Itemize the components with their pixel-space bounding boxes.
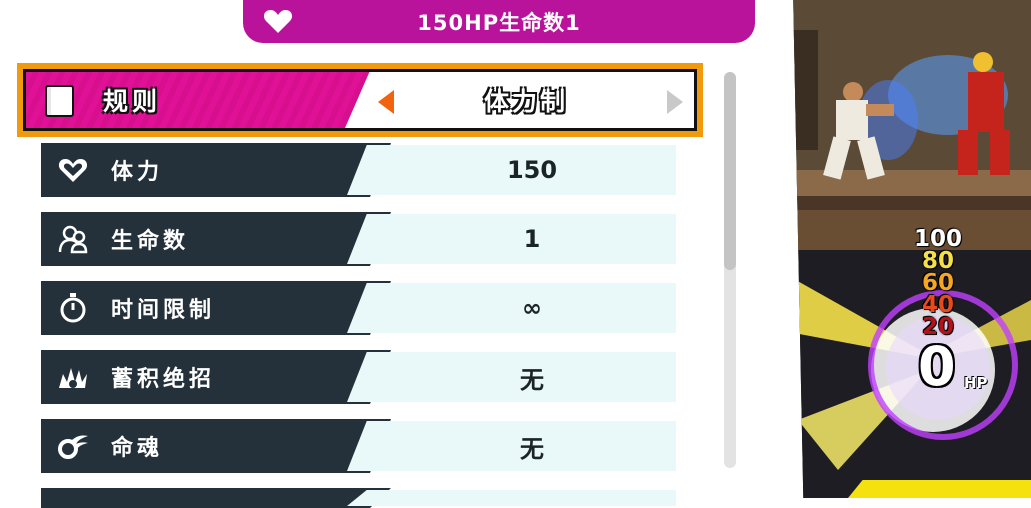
setting-row-next[interactable] [41, 488, 678, 508]
setting-label: 生命数 [111, 229, 190, 254]
previous-option-arrow-icon[interactable] [378, 90, 394, 114]
stock-silhouette-icon [58, 225, 88, 254]
rule-type-value: 体力制 [483, 87, 568, 116]
setting-row-spirits[interactable]: 命魂 无 [41, 419, 678, 473]
meter-burst-icon [59, 368, 87, 388]
hp-level-60: 60 [921, 270, 954, 296]
setting-value: 无 [520, 434, 544, 463]
rule-type-label: 规则 [103, 87, 162, 116]
spirit-icon [58, 435, 88, 459]
hp-scale: 100 80 60 40 20 [908, 226, 968, 339]
hp-unit-label: HP [964, 374, 988, 392]
preview-scene [793, 0, 1031, 498]
ruleset-title: 150HP生命数1 [417, 10, 581, 35]
stopwatch-icon [60, 293, 86, 323]
heart-outline-icon [58, 159, 88, 182]
setting-value: 1 [523, 225, 541, 253]
setting-label: 命魂 [111, 436, 164, 461]
hp-level-100: 100 [913, 226, 962, 252]
rule-preview-video: 100 80 60 40 20 0 HP [793, 0, 1031, 498]
rule-type-selector[interactable]: 规则 体力制 [17, 63, 703, 137]
next-option-arrow-icon[interactable] [667, 90, 683, 114]
setting-row-hp[interactable]: 体力 150 [41, 143, 678, 197]
hp-level-80: 80 [921, 248, 954, 274]
setting-label: 蓄积绝招 [111, 367, 216, 392]
setting-row-stock[interactable]: 生命数 1 [41, 212, 678, 266]
scrollbar-thumb[interactable] [724, 72, 736, 270]
hp-current-value: 0 [918, 335, 956, 398]
book-icon [45, 85, 74, 117]
setting-row-final-smash-meter[interactable]: 蓄积绝招 无 [41, 350, 678, 404]
preview-accent-bar [848, 480, 1031, 498]
setting-row-time-limit[interactable]: 时间限制 ∞ [41, 281, 678, 335]
ruleset-title-bar: 150HP生命数1 [243, 0, 755, 43]
setting-value: 150 [506, 156, 558, 184]
setting-label: 时间限制 [111, 298, 216, 323]
setting-value: ∞ [522, 294, 542, 322]
settings-scrollbar[interactable] [724, 72, 736, 468]
setting-value: 无 [520, 365, 544, 394]
setting-label: 体力 [111, 160, 164, 185]
hp-level-40: 40 [921, 292, 954, 318]
heart-icon [263, 10, 293, 33]
